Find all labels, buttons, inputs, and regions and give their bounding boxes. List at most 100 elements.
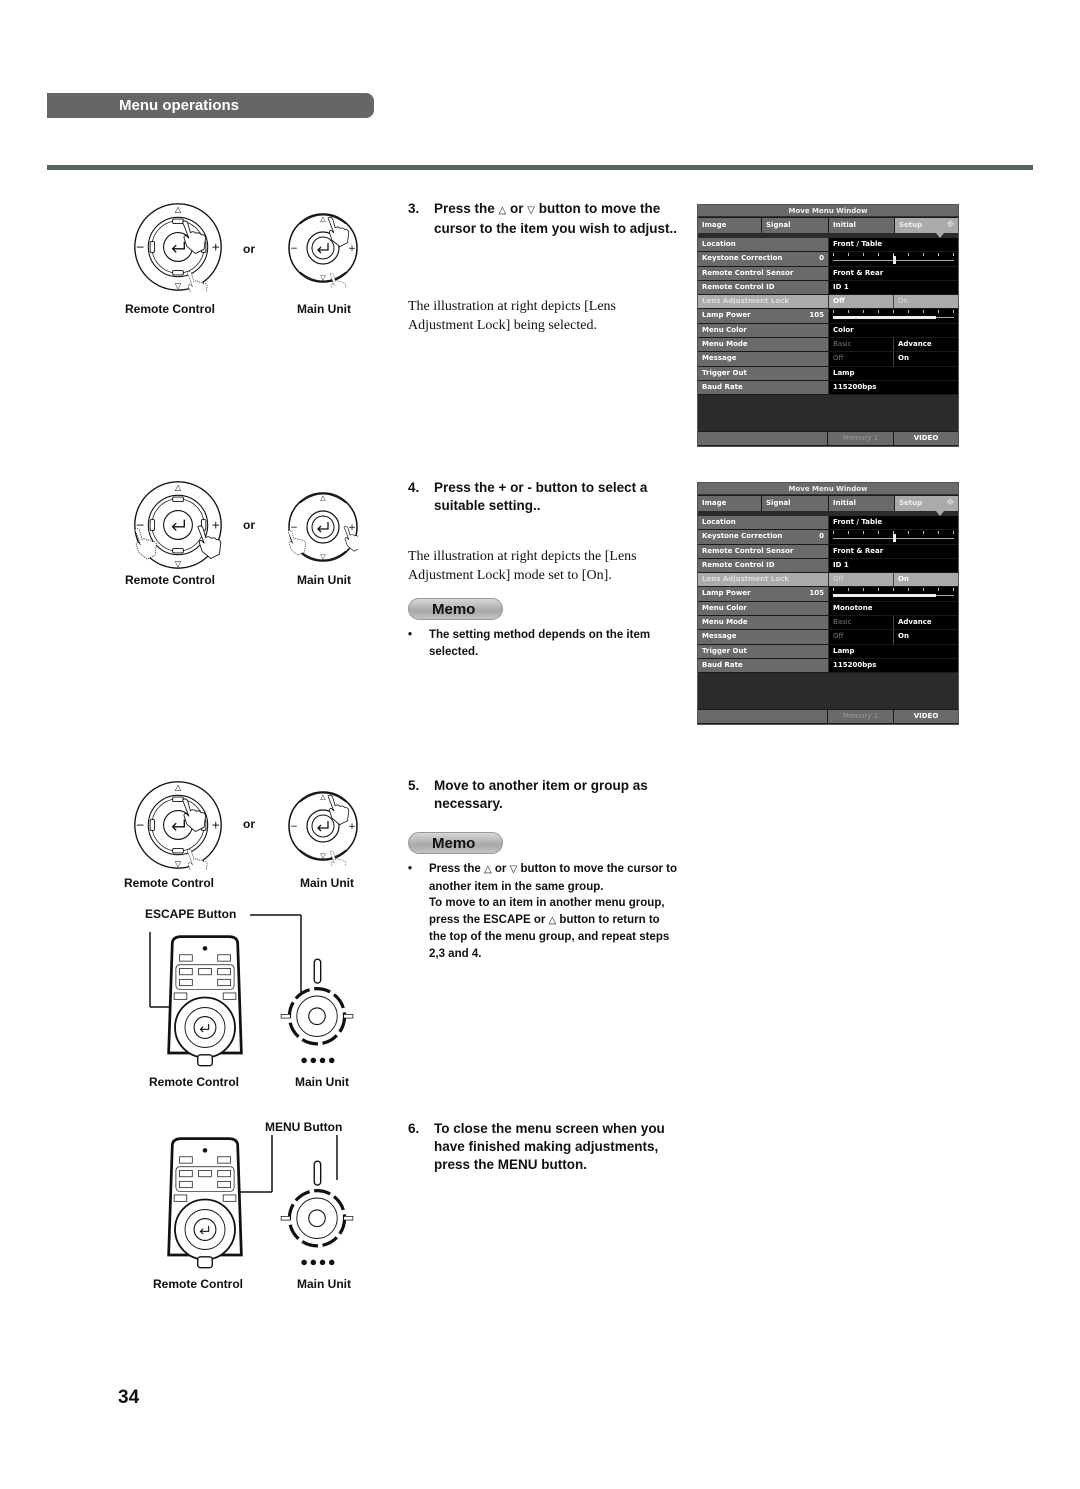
step-text: To close the menu screen when you have f… — [434, 1121, 665, 1172]
slider-ticks — [833, 310, 954, 314]
row-baud-rate[interactable]: Baud Rate 115200bps — [698, 380, 958, 396]
step-number: 6. — [408, 1121, 420, 1136]
row-label: Remote Control Sensor — [698, 266, 828, 280]
row-lamp-power[interactable]: Lamp Power 105 — [698, 309, 958, 324]
option[interactable]: On — [893, 630, 958, 644]
row-label: Lens Adjustment Lock — [698, 573, 828, 587]
memo-text: The setting method depends on the item s… — [429, 629, 651, 658]
row-value: 115200bps — [828, 658, 958, 673]
remote-control-illustration — [167, 1137, 243, 1270]
row-location[interactable]: Location Front / Table — [698, 516, 958, 531]
row-value: Color — [828, 323, 958, 338]
option[interactable]: Off — [829, 295, 893, 309]
remote-control-illustration — [167, 935, 243, 1068]
row-baud-rate[interactable]: Baud Rate 115200bps — [698, 658, 958, 674]
row-label: Lamp Power 105 — [698, 309, 828, 323]
row-menu-mode[interactable]: Menu Mode Basic Advance — [698, 616, 958, 631]
main-unit-pad-illustration — [288, 791, 358, 866]
row-value: Front / Table — [828, 516, 958, 530]
row-label: Baud Rate — [698, 380, 828, 395]
step-number: 4. — [408, 480, 420, 495]
row-label: Menu Color — [698, 323, 828, 338]
step-3-instruction: 3. Press the △ or ▽ button to move the c… — [408, 200, 683, 238]
tab-image[interactable]: Image — [698, 496, 761, 511]
slider-ticks — [833, 588, 954, 592]
option[interactable]: Advance — [893, 616, 958, 630]
tab-signal[interactable]: Signal — [762, 496, 828, 511]
option[interactable]: On — [893, 573, 958, 587]
row-label: Baud Rate — [698, 658, 828, 673]
row-value: Monotone — [828, 601, 958, 616]
row-remote-control-sensor[interactable]: Remote Control Sensor Front & Rear — [698, 544, 958, 559]
page-number: 34 — [118, 1387, 140, 1408]
slider-knob[interactable] — [892, 256, 896, 265]
row-label: Lens Adjustment Lock — [698, 295, 828, 309]
option[interactable]: Advance — [893, 338, 958, 352]
row-location[interactable]: Location Front / Table — [698, 238, 958, 253]
row-label: Location — [698, 516, 828, 530]
tab-setup[interactable]: Setup ✥ — [895, 496, 958, 516]
row-label: Keystone Correction 0 — [698, 530, 828, 544]
slider-knob[interactable] — [892, 534, 896, 543]
tab-image[interactable]: Image — [698, 218, 761, 233]
option[interactable]: On — [893, 352, 958, 366]
option[interactable]: Basic — [829, 338, 893, 351]
step-4-description: The illustration at right depicts the [L… — [408, 549, 637, 583]
tab-initial[interactable]: Initial — [829, 218, 894, 233]
header-divider — [47, 165, 1033, 170]
row-trigger-out[interactable]: Trigger Out Lamp — [698, 366, 958, 381]
main-unit-caption: Main Unit — [297, 302, 351, 316]
row-remote-control-sensor[interactable]: Remote Control Sensor Front & Rear — [698, 266, 958, 281]
row-lamp-power[interactable]: Lamp Power 105 — [698, 587, 958, 602]
option[interactable]: On — [893, 295, 958, 309]
row-message[interactable]: Message Off On — [698, 630, 958, 645]
osd-title: Move Menu Window — [698, 205, 958, 217]
row-label: Location — [698, 238, 828, 252]
slider[interactable] — [828, 530, 958, 544]
option[interactable]: Off — [829, 573, 893, 587]
row-options: Basic Advance — [828, 616, 958, 630]
source-indicator: VIDEO — [894, 710, 958, 724]
row-menu-mode[interactable]: Menu Mode Basic Advance — [698, 338, 958, 353]
row-keystone-correction[interactable]: Keystone Correction 0 — [698, 252, 958, 267]
row-message[interactable]: Message Off On — [698, 352, 958, 367]
row-menu-color[interactable]: Menu Color Monotone — [698, 601, 958, 617]
remote-control-caption: Remote Control — [125, 573, 215, 587]
slider[interactable] — [828, 252, 958, 266]
tab-setup[interactable]: Setup ✥ — [895, 218, 958, 238]
slider[interactable] — [828, 587, 958, 601]
row-label: Remote Control ID — [698, 280, 828, 295]
row-label: Trigger Out — [698, 644, 828, 658]
option[interactable]: Off — [829, 352, 893, 365]
up-triangle-icon: △ — [483, 864, 492, 875]
row-label: Remote Control Sensor — [698, 544, 828, 558]
row-remote-control-id[interactable]: Remote Control ID ID 1 — [698, 558, 958, 574]
row-remote-control-id[interactable]: Remote Control ID ID 1 — [698, 280, 958, 296]
bullet-dot: • — [408, 863, 413, 875]
footer-empty — [698, 432, 827, 446]
tab-signal[interactable]: Signal — [762, 218, 828, 233]
footer-empty — [698, 710, 827, 724]
main-unit-caption: Main Unit — [300, 876, 354, 890]
slider-fill — [833, 594, 936, 598]
memo-text: or — [491, 863, 510, 875]
row-options: Off On — [828, 630, 958, 644]
row-lens-adjustment-lock[interactable]: Lens Adjustment Lock Off On — [698, 573, 958, 588]
option[interactable]: Off — [829, 630, 893, 643]
row-menu-color[interactable]: Menu Color Color — [698, 323, 958, 339]
row-trigger-out[interactable]: Trigger Out Lamp — [698, 644, 958, 659]
osd-menu-window: Move Menu Window Image Signal Initial Se… — [697, 482, 959, 725]
slider[interactable] — [828, 309, 958, 323]
row-lens-adjustment-lock[interactable]: Lens Adjustment Lock Off On — [698, 295, 958, 310]
move-icon: ✥ — [946, 220, 954, 230]
row-label: Lamp Power 105 — [698, 587, 828, 601]
step-text: Press the — [434, 201, 499, 216]
osd-menu-window: Move Menu Window Image Signal Initial Se… — [697, 204, 959, 447]
bullet-dot: • — [408, 629, 413, 641]
row-label: Message — [698, 630, 828, 644]
osd-title: Move Menu Window — [698, 483, 958, 495]
slider-fill — [833, 316, 936, 320]
option[interactable]: Basic — [829, 616, 893, 629]
tab-initial[interactable]: Initial — [829, 496, 894, 511]
row-keystone-correction[interactable]: Keystone Correction 0 — [698, 530, 958, 545]
